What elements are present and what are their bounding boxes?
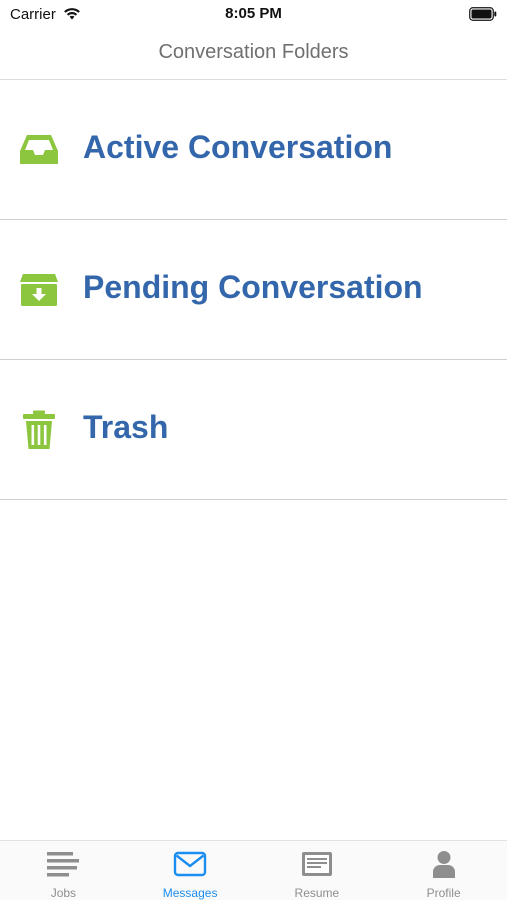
envelope-icon <box>173 851 207 877</box>
folder-row-active-conversation[interactable]: Active Conversation <box>0 80 507 220</box>
inbox-icon <box>20 135 58 164</box>
trash-icon <box>23 410 55 449</box>
status-bar: Carrier 8:05 PM <box>0 0 507 30</box>
folder-label: Trash <box>83 409 169 445</box>
folder-row-pending-conversation[interactable]: Pending Conversation <box>0 220 507 360</box>
person-icon <box>432 851 455 878</box>
tab-jobs[interactable]: Jobs <box>0 841 127 900</box>
tab-bar: Jobs Messages Resume Profile <box>0 840 507 900</box>
resume-icon <box>301 852 332 876</box>
tab-profile[interactable]: Profile <box>380 841 507 900</box>
page-title: Conversation Folders <box>158 41 349 63</box>
folder-label: Active Conversation <box>83 129 393 165</box>
folder-label: Pending Conversation <box>83 269 423 305</box>
battery-icon <box>469 7 497 21</box>
status-clock: 8:05 PM <box>225 5 282 22</box>
tab-label: Resume <box>294 886 340 900</box>
list-icon <box>47 852 80 877</box>
tab-resume[interactable]: Resume <box>254 841 381 900</box>
archive-download-icon <box>20 274 58 306</box>
folder-row-trash[interactable]: Trash <box>0 360 507 500</box>
tab-messages[interactable]: Messages <box>127 841 254 900</box>
tab-label: Profile <box>426 886 461 900</box>
tab-label: Jobs <box>50 886 77 900</box>
folder-list: Active Conversation Pending Conversation… <box>0 80 507 500</box>
tab-label: Messages <box>162 886 218 900</box>
navigation-bar: Conversation Folders <box>0 30 507 80</box>
